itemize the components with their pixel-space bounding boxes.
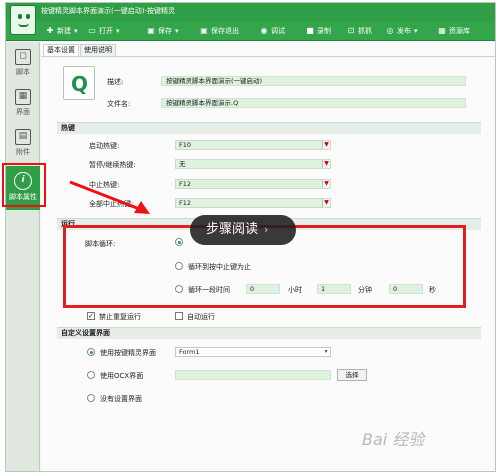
watermark: Bai 经验 [362,430,425,449]
chevron-right-icon: › [264,223,269,236]
step-reading-overlay[interactable]: 步骤阅读 › [190,215,296,245]
